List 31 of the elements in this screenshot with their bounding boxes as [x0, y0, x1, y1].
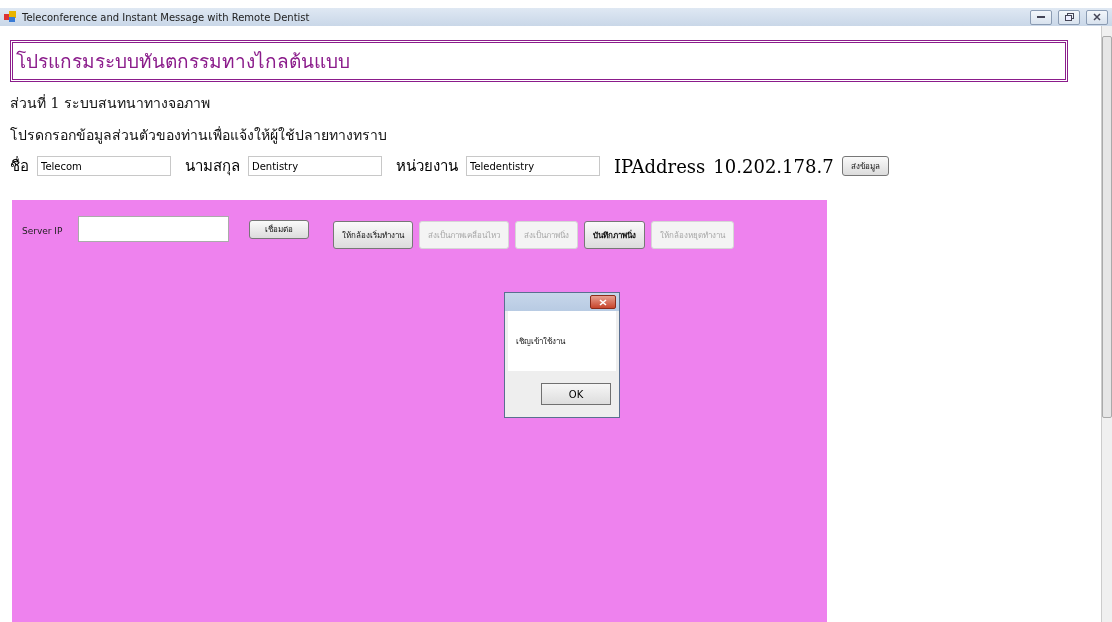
camera-button[interactable]: ให้กล้องเริ่มทำงาน — [333, 221, 414, 249]
text-field[interactable]: Dentistry — [248, 156, 382, 176]
close-button[interactable] — [1086, 9, 1108, 25]
ok-button[interactable]: OK — [541, 383, 611, 405]
field-label: หน่วยงาน — [396, 156, 458, 177]
server-ip-field[interactable] — [78, 216, 230, 242]
window-title: Teleconference and Instant Message with Remote Dentist — [22, 11, 311, 23]
section-title: ส่วนที่ 1 ระบบสนทนาทางจอภาพ — [10, 93, 211, 113]
instruction-text: โปรดกรอกข้อมูลส่วนตัวของท่านเพื่อแจ้งให้ผู้ใช้ปลายทางทราบ — [10, 125, 388, 146]
camera-button[interactable]: บันทึกภาพนิ่ง — [584, 221, 646, 249]
minimize-icon — [1037, 15, 1045, 19]
ip-label: IPAddress — [614, 155, 706, 177]
close-icon — [599, 298, 607, 306]
program-title: โปรแกรมระบบทันตกรรมทางไกลต้นแบบ — [16, 49, 350, 74]
text-field[interactable]: Teledentistry — [466, 156, 600, 176]
ip-address: 10.202.178.7 — [713, 155, 834, 177]
restore-icon — [1064, 13, 1074, 21]
restore-button[interactable] — [1058, 9, 1080, 25]
text-field[interactable]: Telecom — [37, 156, 171, 176]
connect-button[interactable]: เชื่อมต่อ — [249, 220, 310, 239]
field-label: นามสกุล — [185, 156, 240, 178]
field-label: ชื่อ — [10, 155, 29, 177]
server-ip-label: Server IP — [22, 226, 63, 236]
scroll-thumb[interactable] — [1102, 36, 1112, 418]
dialog-message: เชิญเข้าใช้งาน — [516, 335, 565, 348]
app-icon — [4, 11, 16, 23]
scrollbar[interactable] — [1101, 26, 1112, 622]
close-icon — [1093, 13, 1101, 21]
minimize-button[interactable] — [1030, 9, 1052, 25]
dialog-close-button[interactable] — [590, 295, 616, 309]
send-button[interactable]: ส่งข้อมูล — [841, 156, 889, 176]
